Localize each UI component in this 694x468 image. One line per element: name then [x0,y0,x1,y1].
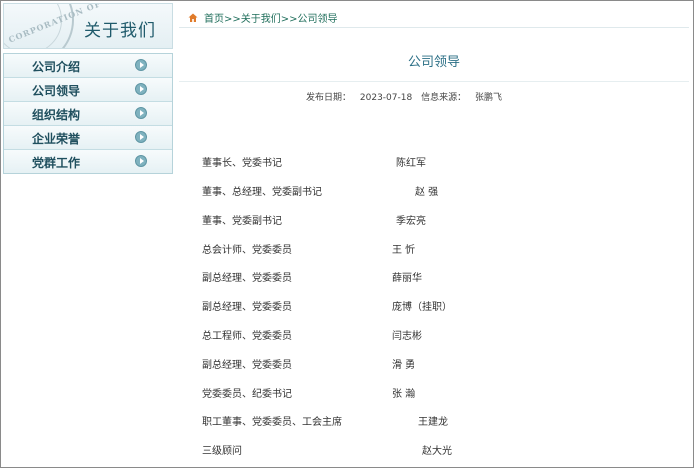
article-title: 公司领导 [407,55,460,70]
sidebar-item-label: 组织结构 [32,108,81,122]
arrow-circle-icon [135,131,147,143]
sidebar-item-company-intro[interactable]: 公司介绍 [4,54,172,78]
leader-role: 总会计师、党委委员 [202,245,292,256]
sidebar-menu: 公司介绍 公司领导 组织结构 企业荣誉 党群工作 [3,53,173,174]
article-meta: 发布日期： 2023-07-18 信息来源： 张鹏飞 [306,90,508,103]
breadcrumb-links[interactable]: 首页>>关于我们>>公司领导 [204,10,338,25]
leader-name: 赵大光 [422,446,452,457]
arrow-circle-icon [135,155,147,167]
sidebar-item-label: 公司介绍 [32,60,81,74]
leader-name: 陈红军 [396,158,426,169]
leader-role: 副总经理、党委委员 [202,302,292,313]
sidebar-item-party-work[interactable]: 党群工作 [4,150,172,173]
leader-name: 张 瀚 [392,389,416,400]
sidebar-item-org-structure[interactable]: 组织结构 [4,102,172,126]
leader-name: 赵 强 [415,187,439,198]
sidebar-item-label: 公司领导 [32,84,81,98]
arrow-circle-icon [135,107,147,119]
leader-name: 滑 勇 [392,360,416,371]
publish-date-label: 发布日期： [306,93,352,103]
page-frame: CORPORATION OF 关于我们 公司介绍 公司领导 组织结构 企业荣誉 … [0,0,694,468]
leader-role: 副总经理、党委委员 [202,273,292,284]
leader-role: 副总经理、党委委员 [202,360,292,371]
leader-name: 薛丽华 [392,273,422,284]
arrow-circle-icon [135,59,147,71]
sidebar-item-label: 党群工作 [32,156,81,170]
leader-name: 王 忻 [392,245,416,256]
title-divider [179,81,689,82]
leader-name: 王建龙 [418,417,448,428]
breadcrumb: 首页>>关于我们>>公司领导 [179,7,689,28]
sidebar-item-company-leaders[interactable]: 公司领导 [4,78,172,102]
leader-role: 党委委员、纪委书记 [202,389,292,400]
section-title: 关于我们 [84,21,156,41]
leader-role: 董事长、党委书记 [202,158,282,169]
source-label: 信息来源： [421,93,467,103]
home-icon[interactable] [188,13,198,23]
arrow-circle-icon [135,83,147,95]
leader-name: 庞博（挂职） [392,302,452,313]
sidebar-item-label: 企业荣誉 [32,132,81,146]
source-name: 张鹏飞 [474,93,502,103]
leader-name: 季宏亮 [396,216,426,227]
leader-role: 董事、总经理、党委副书记 [202,187,322,198]
publish-date: 2023-07-18 [359,93,413,103]
leader-name: 闫志彬 [392,331,422,342]
leader-role: 董事、党委副书记 [202,216,282,227]
section-header: CORPORATION OF 关于我们 [3,3,173,49]
leader-role: 职工董事、党委委员、工会主席 [202,417,342,428]
leader-role: 三级顾问 [202,446,242,457]
leader-role: 总工程师、党委委员 [202,331,292,342]
sidebar-item-honors[interactable]: 企业荣誉 [4,126,172,150]
